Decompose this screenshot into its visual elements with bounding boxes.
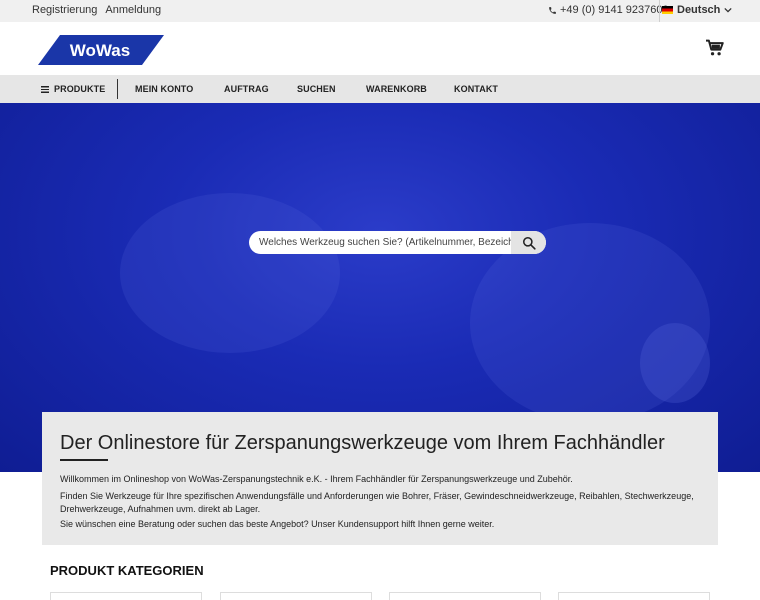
title-underline [60, 459, 108, 461]
intro-paragraph-tools: Finden Sie Werkzeuge für Ihre spezifisch… [60, 491, 694, 514]
nav-contact[interactable]: KONTAKT [454, 84, 498, 94]
hero-background-shape [640, 323, 710, 403]
intro-title: Der Onlinestore für Zerspanungswerkzeuge… [60, 432, 665, 454]
intro-paragraph-welcome: Willkommen im Onlineshop von WoWas-Zersp… [60, 474, 573, 484]
search-bar [249, 231, 546, 254]
menu-icon [41, 85, 49, 93]
login-link[interactable]: Anmeldung [105, 4, 161, 16]
phone-icon [549, 6, 556, 14]
register-link[interactable]: Registrierung [32, 4, 97, 16]
main-navigation: PRODUKTE MEIN KONTO AUFTRAG SUCHEN WAREN… [0, 75, 760, 103]
intro-box: Der Onlinestore für Zerspanungswerkzeuge… [42, 412, 718, 545]
shopping-cart-icon[interactable] [705, 39, 725, 57]
nav-divider [117, 79, 118, 99]
top-bar: Registrierung Anmeldung +49 (0) 9141 923… [0, 0, 760, 22]
search-button[interactable] [511, 231, 546, 254]
chevron-down-icon [724, 7, 733, 13]
phone-info[interactable]: +49 (0) 9141 9237600 [548, 4, 669, 16]
category-card[interactable] [220, 592, 372, 600]
hero-background-shape [120, 193, 340, 353]
nav-order[interactable]: AUFTRAG [224, 84, 269, 94]
nav-cart[interactable]: WARENKORB [366, 84, 427, 94]
categories-heading: PRODUKT KATEGORIEN [50, 563, 204, 578]
logo-text: WoWas [70, 41, 130, 60]
search-icon [522, 236, 536, 250]
german-flag-icon [662, 6, 673, 14]
language-label: Deutsch [677, 4, 721, 16]
wowas-logo[interactable]: WoWas [38, 35, 164, 65]
nav-search[interactable]: SUCHEN [297, 84, 336, 94]
site-header: WoWas [0, 22, 760, 75]
nav-products[interactable]: PRODUKTE [41, 84, 105, 94]
phone-number: +49 (0) 9141 9237600 [560, 4, 669, 16]
category-card[interactable] [50, 592, 202, 600]
category-card[interactable] [389, 592, 541, 600]
account-links: Registrierung Anmeldung [32, 4, 161, 16]
nav-products-label: PRODUKTE [54, 84, 106, 94]
nav-my-account[interactable]: MEIN KONTO [135, 84, 193, 94]
category-card[interactable] [558, 592, 710, 600]
search-input[interactable] [249, 231, 511, 254]
topbar-divider [659, 0, 660, 22]
language-selector[interactable]: Deutsch [662, 4, 733, 16]
intro-paragraph-support: Sie wünschen eine Beratung oder suchen d… [60, 519, 495, 529]
